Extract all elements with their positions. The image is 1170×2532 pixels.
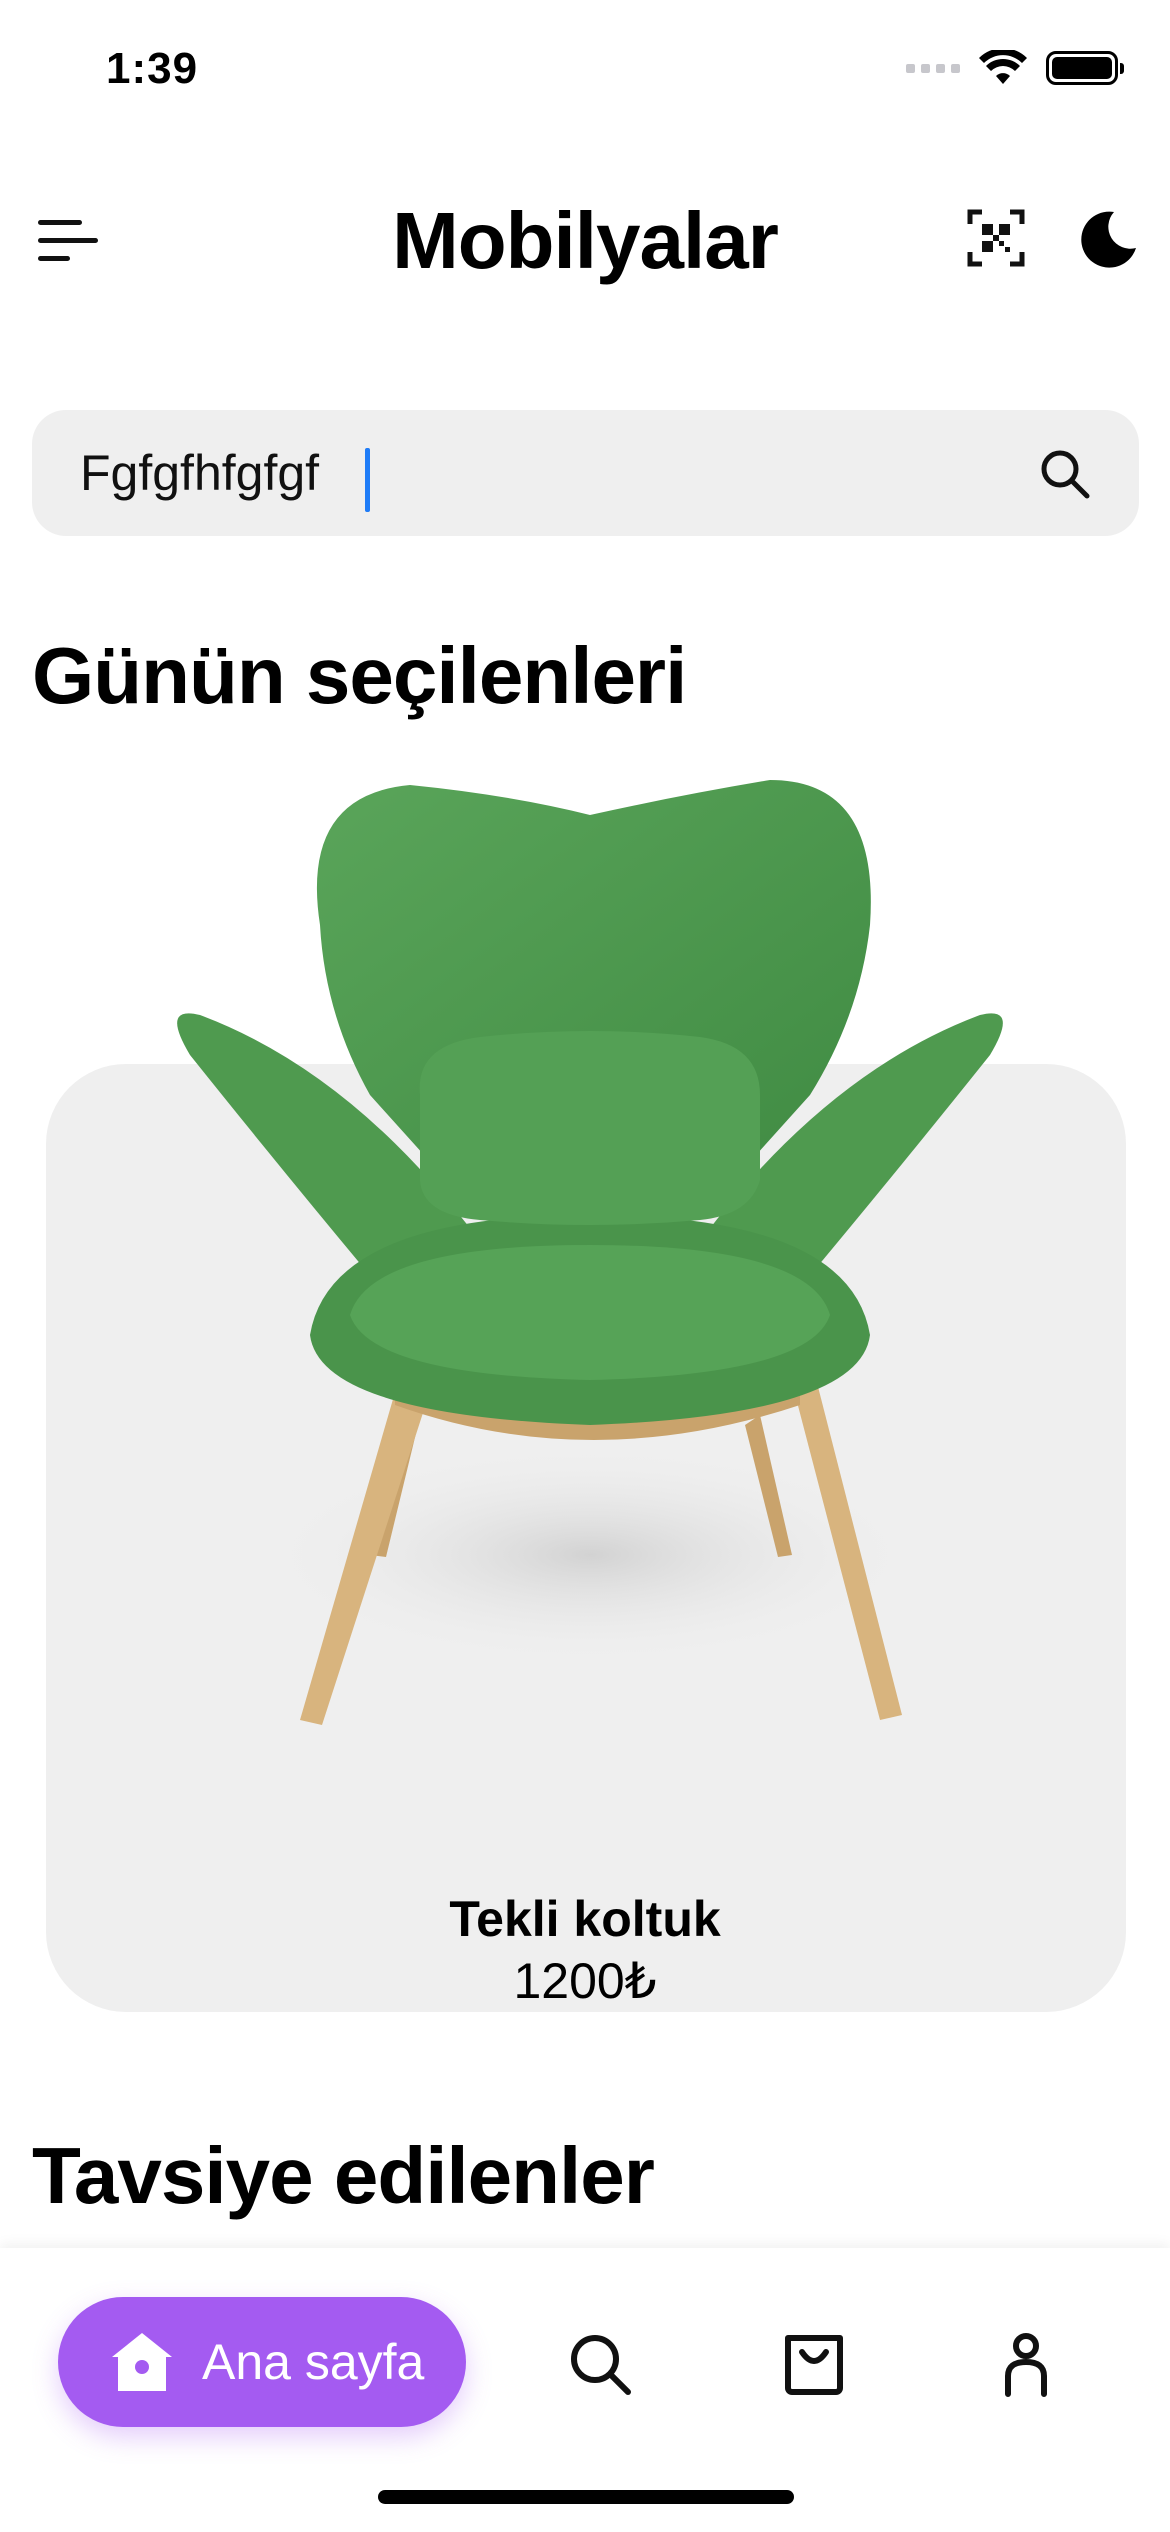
recommended-heading: Tavsiye edilenler: [32, 2131, 655, 2220]
search-submit-button[interactable]: [1037, 446, 1093, 502]
shopping-bag-icon: [785, 2335, 843, 2395]
qr-scan-button[interactable]: [966, 208, 1026, 268]
daily-picks-heading: Günün seçilenleri: [32, 631, 687, 720]
search-bar[interactable]: [32, 410, 1139, 536]
nav-search-button[interactable]: [566, 2330, 634, 2398]
cellular-signal-icon: [906, 63, 960, 73]
search-input[interactable]: [80, 410, 980, 536]
status-indicators: [906, 50, 1124, 86]
nav-profile-button[interactable]: [992, 2330, 1060, 2398]
home-icon: [112, 2333, 172, 2391]
nav-cart-button[interactable]: [780, 2330, 848, 2398]
moon-icon: [1081, 211, 1136, 268]
battery-icon: [1046, 51, 1124, 85]
qr-scan-icon: [967, 209, 1025, 267]
product-name: Tekli koltuk: [449, 1891, 721, 1947]
green-armchair-image: [160, 775, 1020, 1765]
search-icon: [571, 2335, 631, 2395]
text-caret: [365, 448, 370, 512]
product-price: 1200₺: [513, 1953, 657, 2009]
wifi-icon: [978, 50, 1028, 86]
status-time: 1:39: [106, 44, 199, 93]
search-icon: [1041, 450, 1090, 499]
nav-home-label: Ana sayfa: [202, 2334, 425, 2390]
home-indicator[interactable]: [378, 2490, 794, 2504]
app-screen: 1:39 Mobilyalar Fgfgfhfgfgf Günün seçile…: [0, 0, 1170, 2532]
profile-icon: [1005, 2333, 1047, 2397]
theme-toggle-button[interactable]: [1078, 208, 1140, 270]
nav-home-button[interactable]: Ana sayfa: [58, 2297, 466, 2427]
